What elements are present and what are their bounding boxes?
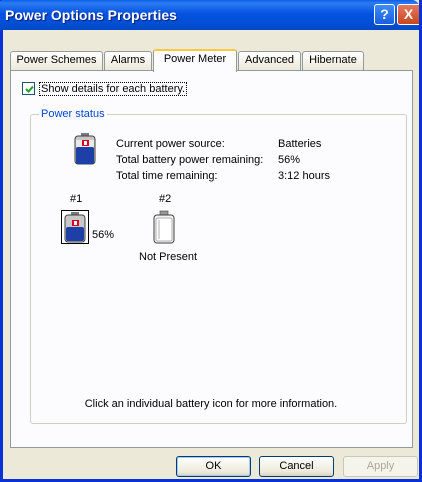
battery-1-number: #1 [70, 193, 83, 205]
power-status-label: Power status [39, 107, 107, 121]
battery-2-status: Not Present [139, 251, 198, 263]
battery-2-button[interactable] [151, 210, 177, 244]
window-title: Power Options Properties [5, 7, 177, 23]
show-details-checkbox[interactable] [22, 82, 35, 95]
time-remaining-value: 3:12 hours [278, 170, 330, 182]
remaining-power-label: Total battery power remaining: [116, 154, 264, 166]
tab-power-schemes[interactable]: Power Schemes [10, 51, 103, 70]
checkmark-icon [25, 85, 34, 93]
tab-power-meter[interactable]: Power Meter [153, 49, 237, 72]
apply-button[interactable]: Apply [343, 456, 418, 477]
show-details-label[interactable]: Show details for each battery. [39, 82, 188, 96]
tab-alarms[interactable]: Alarms [104, 51, 152, 70]
help-button[interactable]: ? [374, 4, 395, 25]
battery-2-number: #2 [159, 193, 172, 205]
close-button[interactable]: X [397, 4, 419, 25]
ok-button[interactable]: OK [176, 456, 251, 477]
cancel-button[interactable]: Cancel [259, 456, 334, 477]
title-bar[interactable]: Power Options Properties ? X [0, 0, 419, 30]
hint-text: Click an individual battery icon for mor… [84, 398, 338, 410]
battery-1-icon [64, 212, 86, 243]
current-source-value: Batteries [278, 138, 322, 150]
tab-advanced[interactable]: Advanced [238, 51, 301, 70]
battery-1-status: 56% [92, 229, 115, 241]
overall-battery-icon [74, 133, 96, 165]
battery-1-button[interactable] [61, 210, 89, 244]
tab-hibernate[interactable]: Hibernate [302, 51, 364, 70]
current-source-label: Current power source: [116, 138, 225, 150]
remaining-power-value: 56% [278, 154, 301, 166]
battery-2-empty-icon [153, 210, 175, 244]
time-remaining-label: Total time remaining: [116, 170, 218, 182]
